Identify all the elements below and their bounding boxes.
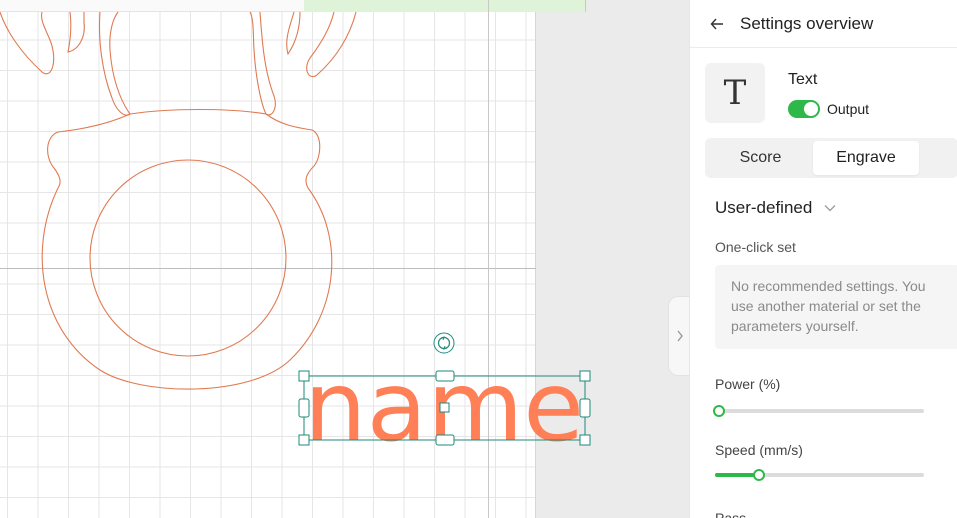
power-slider[interactable] [713,405,924,417]
speed-slider[interactable] [715,469,924,481]
resize-handle-bottom-left[interactable] [298,434,310,446]
resize-handle-right[interactable] [579,398,591,418]
recommendation-notice: No recommended settings. You use another… [715,265,957,349]
preset-label: User-defined [715,198,813,217]
collapse-panel-button[interactable] [668,296,689,376]
chevron-right-icon [676,330,683,342]
settings-panel: Settings overview T Text Output Score En… [689,0,957,518]
output-toggle[interactable] [788,100,820,118]
preset-dropdown[interactable]: User-defined [715,198,836,218]
layer-summary: T Text Output [705,63,955,123]
back-arrow-icon[interactable] [710,17,724,31]
text-layer-icon: T [705,63,765,123]
toggle-knob [804,102,818,116]
design-canvas[interactable]: name [0,0,689,518]
process-tabs: Score Engrave [705,138,957,178]
reindeer-ornament[interactable] [0,11,357,390]
artwork-layer[interactable]: name [0,0,689,518]
speed-label: Speed (mm/s) [715,442,803,458]
pass-label: Pass [715,510,747,518]
resize-handle-left[interactable] [298,398,310,418]
speed-slider-thumb[interactable] [752,469,765,481]
resize-handle-bottom[interactable] [435,434,455,446]
resize-handle-top[interactable] [435,370,455,382]
resize-handle-bottom-right[interactable] [579,434,591,446]
tab-engrave[interactable]: Engrave [813,141,919,175]
power-label: Power (%) [715,376,781,392]
one-click-set-label: One-click set [715,239,796,255]
power-slider-thumb[interactable] [713,405,726,417]
tab-score[interactable]: Score [708,141,813,175]
panel-header: Settings overview [690,0,957,48]
output-toggle-label: Output [827,101,870,117]
panel-title: Settings overview [740,13,874,33]
center-handle[interactable] [439,402,450,413]
resize-handle-top-right[interactable] [579,370,591,382]
chevron-down-icon [824,205,836,212]
resize-handle-top-left[interactable] [298,370,310,382]
layer-name: Text [788,71,818,88]
rotate-handle-icon[interactable] [433,332,455,354]
